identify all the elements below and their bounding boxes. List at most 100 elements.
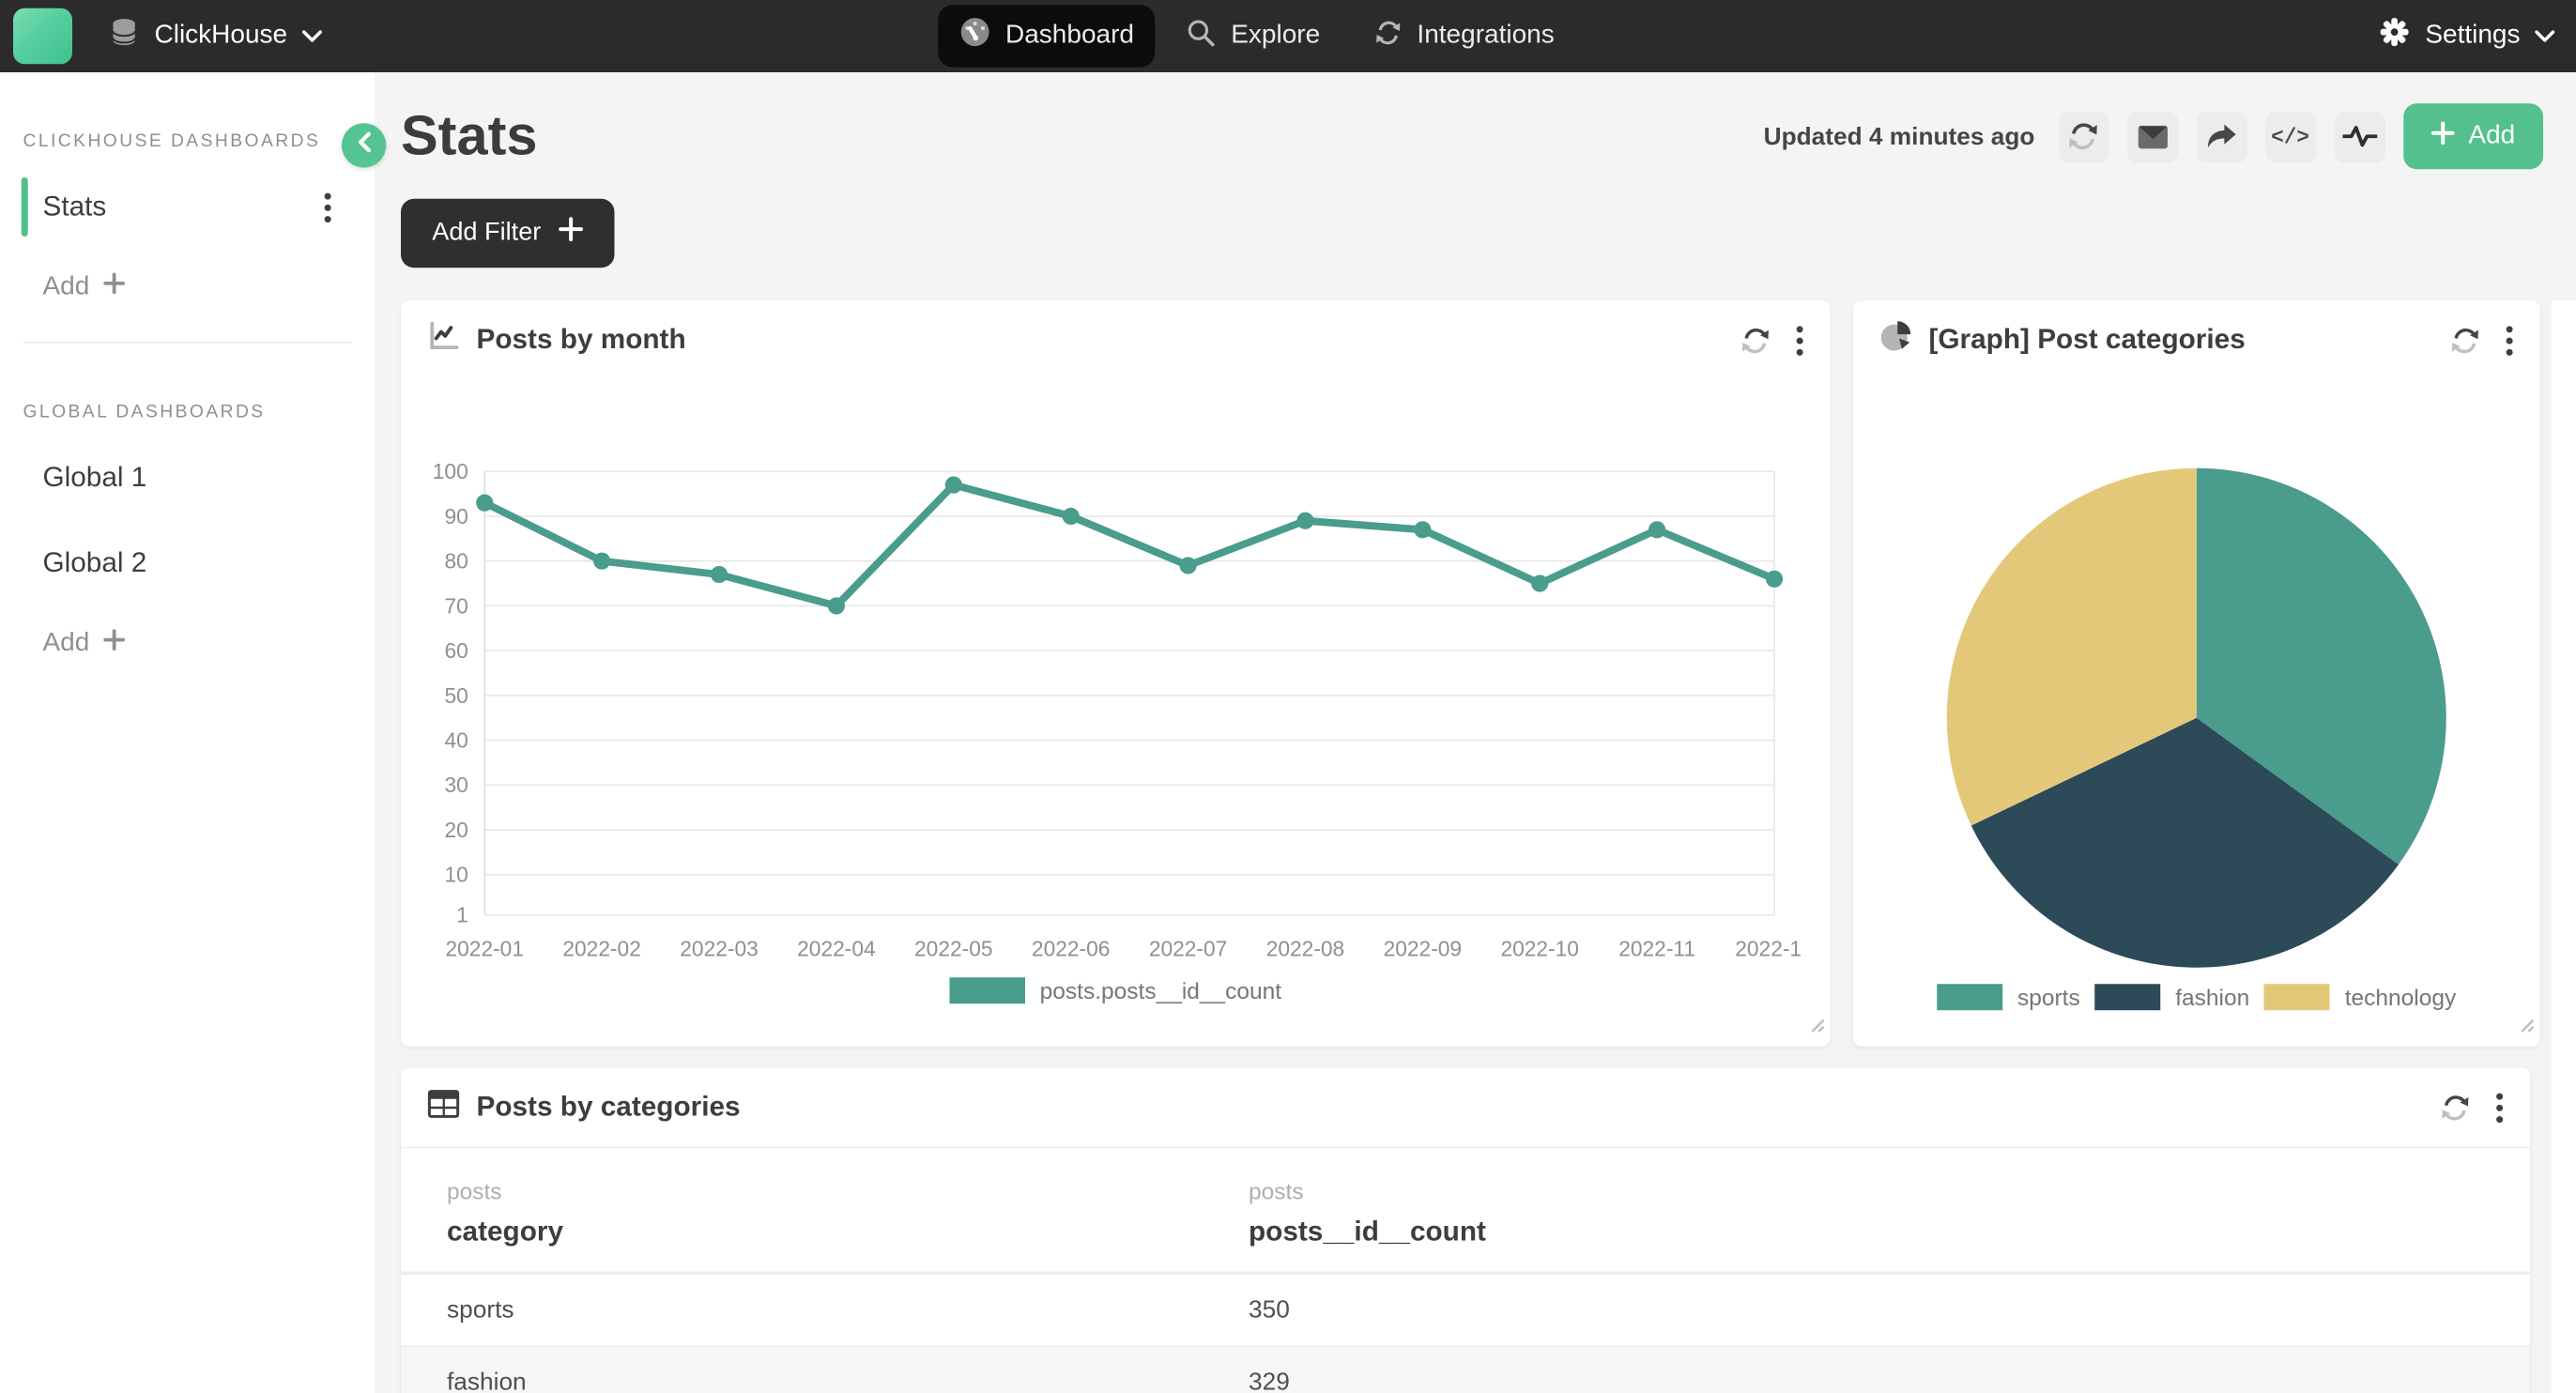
svg-text:60: 60 bbox=[444, 638, 468, 663]
page-header: Stats Updated 4 minutes ago </> bbox=[401, 99, 2543, 175]
add-filter-button[interactable]: Add Filter bbox=[401, 199, 615, 268]
card-refresh-button[interactable] bbox=[2440, 1092, 2471, 1123]
sidebar-collapse-button[interactable] bbox=[342, 123, 386, 167]
legend-label: sports bbox=[2017, 984, 2080, 1010]
pie-chart bbox=[1940, 462, 2453, 974]
svg-text:2022-09: 2022-09 bbox=[1384, 937, 1463, 961]
sidebar-item-label: Stats bbox=[43, 191, 107, 223]
chevron-left-icon bbox=[356, 130, 373, 161]
svg-text:100: 100 bbox=[433, 459, 468, 483]
last-updated-text: Updated 4 minutes ago bbox=[1764, 122, 2035, 150]
workspace-name: ClickHouse bbox=[155, 22, 288, 52]
tab-explore[interactable]: Explore bbox=[1165, 5, 1342, 68]
sidebar-item-label: Global 1 bbox=[43, 462, 147, 495]
add-label: Add bbox=[43, 629, 90, 659]
svg-text:2022-11: 2022-11 bbox=[1618, 937, 1695, 961]
search-icon bbox=[1187, 17, 1217, 54]
sidebar: CLICKHOUSE DASHBOARDS Stats Add GLOBAL D… bbox=[0, 72, 375, 1393]
database-icon bbox=[109, 17, 140, 56]
svg-text:10: 10 bbox=[444, 863, 468, 887]
refresh-button[interactable] bbox=[2058, 111, 2108, 161]
settings-menu[interactable]: Settings bbox=[2379, 0, 2554, 72]
legend-label: posts.posts__id__count bbox=[1040, 977, 1281, 1003]
plus-icon bbox=[104, 629, 126, 659]
resize-handle-icon[interactable] bbox=[2519, 1012, 2536, 1042]
sidebar-item-label: Global 2 bbox=[43, 547, 147, 580]
cell-category: fashion bbox=[447, 1369, 1249, 1393]
card-header: [Graph] Post categories bbox=[1853, 300, 2540, 379]
primary-nav: Dashboard Explore Integrations bbox=[938, 0, 1575, 72]
svg-text:20: 20 bbox=[444, 818, 468, 842]
table-row: fashion329 bbox=[401, 1345, 2530, 1393]
tab-label: Explore bbox=[1231, 22, 1320, 52]
card-posts-by-month: Posts by month 1102030405060708090100202… bbox=[401, 300, 1831, 1047]
card-header: Posts by month bbox=[401, 300, 1831, 379]
card-kebab-menu[interactable] bbox=[1796, 325, 1804, 356]
add-dashboard-button[interactable]: Add bbox=[43, 273, 376, 303]
cell-count: 350 bbox=[1249, 1296, 2530, 1324]
svg-text:2022-02: 2022-02 bbox=[562, 937, 641, 961]
kebab-menu-icon[interactable] bbox=[324, 192, 332, 232]
card-title: Posts by categories bbox=[477, 1091, 741, 1124]
tab-integrations[interactable]: Integrations bbox=[1351, 5, 1575, 68]
card-kebab-menu[interactable] bbox=[2506, 325, 2514, 356]
chart-legend: sports fashion technology bbox=[1853, 984, 2540, 1010]
chevron-down-icon bbox=[302, 22, 322, 52]
legend-item-fashion: fashion bbox=[2094, 984, 2249, 1010]
email-button[interactable] bbox=[2126, 111, 2177, 161]
svg-text:2022-08: 2022-08 bbox=[1266, 937, 1345, 961]
sidebar-item-global-2[interactable]: Global 2 bbox=[0, 534, 375, 593]
main-content: Stats Updated 4 minutes ago </> bbox=[375, 72, 2576, 1393]
card-refresh-button[interactable] bbox=[2449, 325, 2480, 356]
scrollbar-track[interactable] bbox=[2552, 300, 2576, 1393]
card-kebab-menu[interactable] bbox=[2495, 1092, 2504, 1123]
tab-dashboard[interactable]: Dashboard bbox=[938, 5, 1155, 68]
tab-label: Dashboard bbox=[1005, 22, 1134, 52]
activity-button[interactable] bbox=[2334, 111, 2384, 161]
legend-swatch bbox=[949, 977, 1025, 1003]
table-header-row: posts category posts posts__id__count bbox=[401, 1147, 2530, 1272]
svg-text:40: 40 bbox=[444, 727, 468, 752]
svg-text:80: 80 bbox=[444, 549, 468, 574]
sidebar-item-global-1[interactable]: Global 1 bbox=[0, 449, 375, 508]
embed-code-button[interactable]: </> bbox=[2264, 111, 2315, 161]
settings-label: Settings bbox=[2425, 22, 2520, 52]
svg-text:90: 90 bbox=[444, 504, 468, 528]
sidebar-item-stats[interactable]: Stats bbox=[0, 177, 375, 237]
svg-text:70: 70 bbox=[444, 593, 468, 618]
legend-swatch bbox=[2094, 984, 2160, 1010]
sidebar-divider bbox=[23, 342, 352, 344]
pie-chart-icon bbox=[1879, 319, 1912, 360]
card-post-categories-graph: [Graph] Post categories sports bbox=[1853, 300, 2540, 1047]
column-header-count[interactable]: posts__id__count bbox=[1249, 1216, 2530, 1248]
card-title: Posts by month bbox=[477, 324, 686, 357]
svg-text:2022-04: 2022-04 bbox=[797, 937, 876, 961]
sidebar-section-title: GLOBAL DASHBOARDS bbox=[23, 403, 352, 422]
top-navbar: ClickHouse Dashboard Explore bbox=[0, 0, 2576, 72]
share-button[interactable] bbox=[2196, 111, 2246, 161]
legend-swatch bbox=[2264, 984, 2330, 1010]
workspace-switcher[interactable]: ClickHouse bbox=[109, 0, 322, 72]
active-indicator bbox=[22, 177, 28, 237]
legend-item-sports: sports bbox=[1937, 984, 2079, 1010]
gear-icon bbox=[2379, 17, 2410, 56]
sidebar-section-title: CLICKHOUSE DASHBOARDS bbox=[23, 131, 352, 151]
svg-text:30: 30 bbox=[444, 773, 468, 797]
add-label: Add bbox=[43, 273, 90, 303]
table-icon bbox=[427, 1088, 460, 1125]
add-button-label: Add bbox=[2468, 122, 2515, 152]
app-logo[interactable] bbox=[13, 8, 72, 65]
page-title: Stats bbox=[401, 104, 537, 168]
column-group-label: posts bbox=[1249, 1178, 2530, 1204]
add-global-dashboard-button[interactable]: Add bbox=[43, 629, 376, 659]
legend-swatch bbox=[1937, 984, 2002, 1010]
column-header-category[interactable]: category bbox=[447, 1216, 1249, 1248]
legend-item-technology: technology bbox=[2264, 984, 2456, 1010]
add-tile-button[interactable]: Add bbox=[2402, 103, 2543, 169]
resize-handle-icon[interactable] bbox=[1809, 1012, 1826, 1042]
plus-icon bbox=[560, 217, 584, 250]
card-title: [Graph] Post categories bbox=[1929, 324, 2246, 357]
svg-text:2022-05: 2022-05 bbox=[914, 937, 993, 961]
card-refresh-button[interactable] bbox=[1740, 325, 1771, 356]
table-row: sports350 bbox=[401, 1272, 2530, 1346]
